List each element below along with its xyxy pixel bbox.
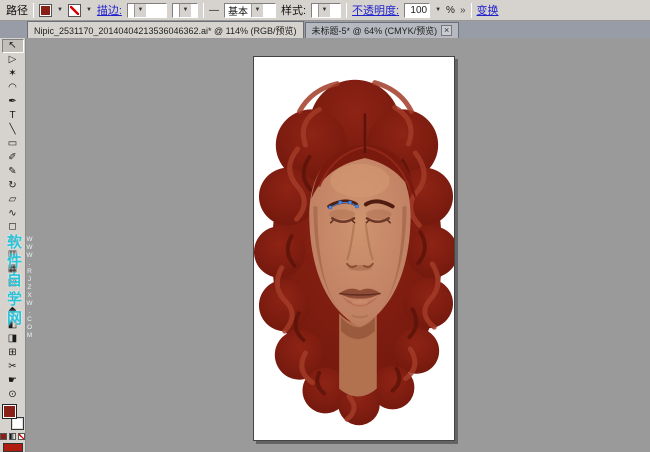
document-tab-bar: Nipic_2531170_20140404213536046362.ai* @… — [0, 21, 650, 38]
stroke-color-swatch[interactable] — [68, 4, 81, 17]
slice-tool[interactable]: ⊞ — [2, 345, 24, 359]
rotate-tool[interactable]: ↻ — [2, 178, 24, 192]
color-button[interactable] — [0, 433, 7, 440]
opacity-input[interactable]: 100 — [404, 3, 430, 18]
style-dropdown[interactable]: ▼ — [311, 3, 341, 18]
current-color-strip — [3, 443, 23, 452]
artboard[interactable] — [253, 56, 455, 441]
tab-document-2[interactable]: 未标题-5* @ 64% (CMYK/预览) × — [305, 22, 460, 38]
transform-link[interactable]: 变换 — [477, 2, 499, 18]
fill-stroke-indicator — [1, 404, 25, 430]
symbol-sprayer-tool[interactable]: ⁂ — [2, 234, 24, 248]
color-mode-buttons — [0, 433, 25, 440]
opacity-link[interactable]: 不透明度: — [352, 2, 399, 18]
fill-swatch[interactable] — [2, 404, 17, 419]
scissors-tool[interactable]: ✂ — [2, 359, 24, 373]
tab-document-1[interactable]: Nipic_2531170_20140404213536046362.ai* @… — [27, 21, 304, 38]
eyedropper-tool[interactable]: ∫ — [2, 290, 24, 304]
options-bar: 路径 ▼ ▼ 描边: ▼ ▼ — 基本 ▼ 样式: ▼ 不透明度: 100 ▼ … — [0, 0, 650, 21]
chevron-down-icon[interactable]: ▼ — [318, 4, 330, 17]
context-label: 路径 — [6, 2, 28, 18]
gradient-button[interactable] — [9, 433, 16, 440]
blend-tool[interactable]: ◆ — [2, 304, 24, 318]
canvas-area[interactable] — [26, 38, 650, 452]
direct-selection-tool[interactable]: ▷ — [2, 53, 24, 67]
stroke-weight-dropdown[interactable]: ▼ — [127, 3, 167, 18]
type-tool[interactable]: T — [2, 109, 24, 123]
appearance-line-icon: — — [209, 5, 219, 16]
magic-wand-tool[interactable]: ✶ — [2, 67, 24, 81]
overflow-chevrons-icon[interactable]: » — [460, 5, 466, 16]
appearance-dropdown[interactable]: 基本 ▼ — [224, 3, 276, 18]
fill-color-swatch[interactable] — [39, 4, 52, 17]
chevron-down-icon[interactable]: ▼ — [134, 4, 146, 17]
opacity-dropdown-icon[interactable]: ▼ — [435, 7, 441, 13]
none-button[interactable] — [18, 433, 25, 440]
live-paint-bucket-tool[interactable]: ◧ — [2, 317, 24, 331]
paintbrush-tool[interactable]: ✐ — [2, 150, 24, 164]
stroke-dropdown-icon[interactable]: ▼ — [86, 7, 92, 13]
pencil-tool[interactable]: ✎ — [2, 164, 24, 178]
separator — [471, 3, 472, 18]
pen-tool[interactable]: ✒ — [2, 95, 24, 109]
warp-tool[interactable]: ∿ — [2, 206, 24, 220]
free-transform-tool[interactable]: ◻ — [2, 220, 24, 234]
brush-dropdown[interactable]: ▼ — [172, 3, 198, 18]
separator — [346, 3, 347, 18]
hand-tool[interactable]: ☛ — [2, 373, 24, 387]
workspace: ↖ ▷ ✶ ◠ ✒ T ╲ ▭ ✐ ✎ ↻ ▱ ∿ ◻ ⁂ ▥ ▦ ▨ ∫ ◆ … — [0, 38, 650, 452]
fill-dropdown-icon[interactable]: ▼ — [57, 7, 63, 13]
chevron-down-icon[interactable]: ▼ — [179, 4, 191, 17]
appearance-value: 基本 — [225, 4, 251, 17]
line-segment-tool[interactable]: ╲ — [2, 123, 24, 137]
separator — [203, 3, 204, 18]
illustration-woman-face — [254, 57, 454, 440]
illustrator-window: 路径 ▼ ▼ 描边: ▼ ▼ — 基本 ▼ 样式: ▼ 不透明度: 100 ▼ … — [0, 0, 650, 452]
tab-title: 未标题-5* @ 64% (CMYK/预览) — [312, 24, 438, 37]
tab-title: Nipic_2531170_20140404213536046362.ai* @… — [34, 24, 297, 37]
chevron-down-icon[interactable]: ▼ — [251, 4, 263, 17]
column-graph-tool[interactable]: ▥ — [2, 248, 24, 262]
live-paint-selection-tool[interactable]: ◨ — [2, 331, 24, 345]
stroke-link[interactable]: 描边: — [97, 2, 122, 18]
selection-tool[interactable]: ↖ — [2, 39, 24, 53]
style-label: 样式: — [281, 2, 306, 18]
separator — [33, 3, 34, 18]
scale-tool[interactable]: ▱ — [2, 192, 24, 206]
gradient-tool[interactable]: ▨ — [2, 276, 24, 290]
close-icon[interactable]: × — [441, 25, 452, 36]
lasso-tool[interactable]: ◠ — [2, 81, 24, 95]
percent-label: % — [446, 5, 455, 16]
mesh-tool[interactable]: ▦ — [2, 262, 24, 276]
rectangle-tool[interactable]: ▭ — [2, 136, 24, 150]
zoom-tool[interactable]: ⊙ — [2, 387, 24, 401]
tools-panel: ↖ ▷ ✶ ◠ ✒ T ╲ ▭ ✐ ✎ ↻ ▱ ∿ ◻ ⁂ ▥ ▦ ▨ ∫ ◆ … — [0, 38, 26, 452]
